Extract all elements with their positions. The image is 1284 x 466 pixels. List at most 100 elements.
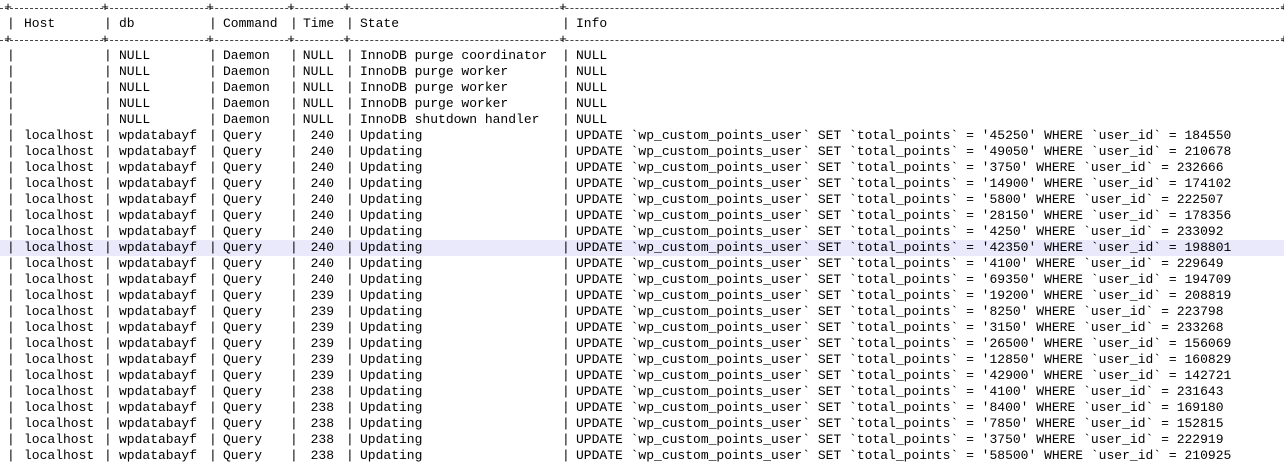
cell-host: localhost [24, 448, 95, 463]
cell-info: UPDATE `wp_custom_points_user` SET `tota… [576, 352, 1232, 367]
cell-info: NULL [576, 112, 608, 127]
cell-time: 240 [310, 256, 334, 271]
cell-db: wpdatabayf [119, 208, 198, 223]
cell-command: Query [223, 416, 263, 431]
table-row: | | NULL | Daemon | NULL | InnoDB purge worker | N… [0, 64, 1284, 80]
cell-host: localhost [24, 336, 95, 351]
cell-time: 240 [310, 144, 334, 159]
pipe: | [290, 368, 298, 383]
table-row: | localhost | wpdatabayf | Query | 240 | Updating… [0, 144, 1284, 160]
cell-command: Query [223, 144, 263, 159]
cell-state: Updating [360, 272, 423, 287]
pipe: | [290, 432, 298, 447]
cell-command: Query [223, 240, 263, 255]
table-row: | localhost | wpdatabayf | Query | 240 | Updating… [0, 128, 1284, 144]
pipe: | [346, 176, 354, 191]
pipe: | [7, 112, 15, 127]
header-time: Time [303, 16, 335, 31]
cell-command: Daemon [223, 64, 270, 79]
cell-db: NULL [119, 112, 151, 127]
cell-host: localhost [24, 304, 95, 319]
pipe: | [562, 176, 570, 191]
table-row: | localhost | wpdatabayf | Query | 240 | Updating… [0, 240, 1284, 256]
pipe: | [290, 336, 298, 351]
pipe: | [562, 416, 570, 431]
pipe: | [290, 80, 298, 95]
cell-db: wpdatabayf [119, 288, 198, 303]
cell-command: Query [223, 448, 263, 463]
cell-host: localhost [24, 160, 95, 175]
table-row: | localhost | wpdatabayf | Query | 238 | Updating… [0, 400, 1284, 416]
header-state: State [360, 16, 400, 31]
cell-command: Query [223, 400, 263, 415]
cell-command: Query [223, 288, 263, 303]
pipe: | [209, 368, 217, 383]
pipe: | [290, 112, 298, 127]
cell-state: Updating [360, 192, 423, 207]
cell-time: NULL [302, 64, 334, 79]
cell-state: Updating [360, 384, 423, 399]
cell-time: 240 [310, 208, 334, 223]
pipe: | [104, 192, 112, 207]
cell-time: 240 [310, 128, 334, 143]
border-junction: + [206, 32, 214, 47]
cell-time: 240 [310, 240, 334, 255]
pipe: | [290, 48, 298, 63]
pipe: | [209, 112, 217, 127]
cell-time: 240 [310, 176, 334, 191]
pipe: | [562, 224, 570, 239]
cell-state: InnoDB shutdown handler [360, 112, 540, 127]
pipe: | [209, 80, 217, 95]
pipe: | [346, 432, 354, 447]
pipe: | [7, 272, 15, 287]
cell-host: localhost [24, 128, 95, 143]
cell-command: Query [223, 192, 263, 207]
pipe: | [346, 368, 354, 383]
cell-host: localhost [24, 224, 95, 239]
pipe: | [104, 288, 112, 303]
cell-host: localhost [24, 176, 95, 191]
table-row: | localhost | wpdatabayf | Query | 238 | Updating… [0, 432, 1284, 448]
pipe: | [104, 416, 112, 431]
cell-time: 239 [310, 368, 334, 383]
pipe: | [7, 16, 15, 31]
border-junction: + [206, 0, 214, 15]
cell-state: Updating [360, 256, 423, 271]
pipe: | [346, 304, 354, 319]
pipe: | [209, 304, 217, 319]
table-row: | localhost | wpdatabayf | Query | 239 | Updating… [0, 320, 1284, 336]
pipe: | [346, 288, 354, 303]
cell-db: NULL [119, 80, 151, 95]
border-junction: + [343, 0, 351, 15]
pipe: | [562, 208, 570, 223]
pipe: | [209, 128, 217, 143]
cell-state: Updating [360, 400, 423, 415]
pipe: | [104, 320, 112, 335]
pipe: | [104, 16, 112, 31]
pipe: | [290, 448, 298, 463]
pipe: | [290, 96, 298, 111]
pipe: | [290, 256, 298, 271]
cell-info: NULL [576, 64, 608, 79]
cell-state: Updating [360, 160, 423, 175]
pipe: | [209, 336, 217, 351]
cell-db: wpdatabayf [119, 272, 198, 287]
cell-time: 240 [310, 224, 334, 239]
pipe: | [209, 16, 217, 31]
cell-time: 240 [310, 192, 334, 207]
pipe: | [562, 240, 570, 255]
pipe: | [346, 448, 354, 463]
pipe: | [104, 336, 112, 351]
cell-state: InnoDB purge worker [360, 64, 509, 79]
table-row: | | NULL | Daemon | NULL | InnoDB purge worker | N… [0, 80, 1284, 96]
pipe: | [290, 352, 298, 367]
pipe: | [104, 96, 112, 111]
pipe: | [346, 80, 354, 95]
cell-db: wpdatabayf [119, 192, 198, 207]
cell-info: UPDATE `wp_custom_points_user` SET `tota… [576, 416, 1224, 431]
pipe: | [209, 64, 217, 79]
cell-info: UPDATE `wp_custom_points_user` SET `tota… [576, 384, 1224, 399]
pipe: | [104, 240, 112, 255]
table-row: | localhost | wpdatabayf | Query | 240 | Updating… [0, 192, 1284, 208]
cell-info: UPDATE `wp_custom_points_user` SET `tota… [576, 320, 1224, 335]
